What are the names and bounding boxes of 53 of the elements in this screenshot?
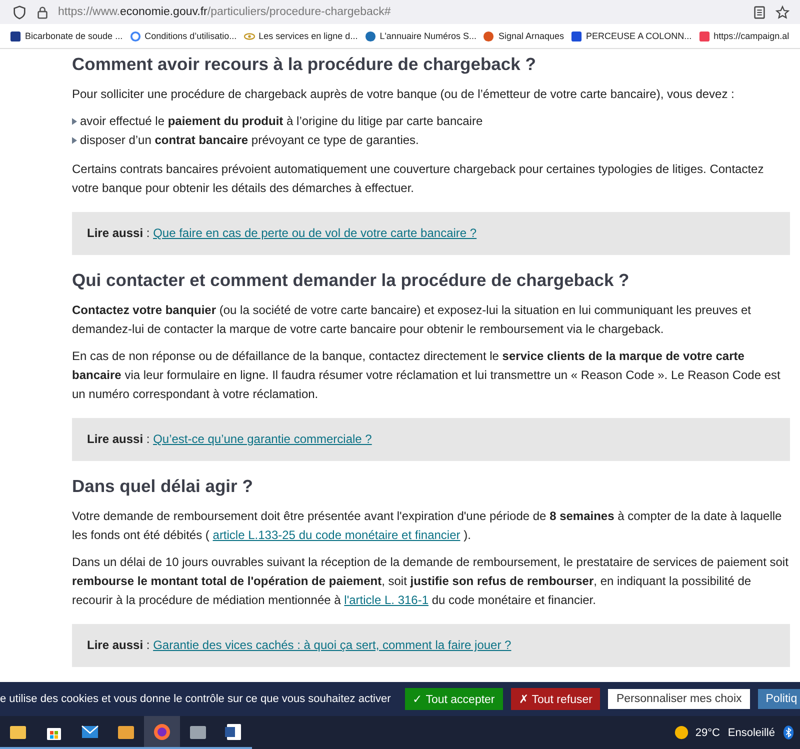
document-icon [224,722,244,742]
cookie-button[interactable]: ✗ Tout refuser [510,688,600,710]
separator: : [146,432,150,446]
reader-view-icon[interactable] [752,4,767,20]
paragraph: Votre demande de remboursement doit être présentée avant l'expiration d'une période de 8 semaines à compter de la date à laquelle les fonds ont été débités ( article L.133-25 du code monétaire et financier ). [72,508,783,544]
bullet-icon [72,137,77,144]
temperature-text[interactable]: 29°C [695,726,720,738]
see-also-link[interactable]: Garantie des vices cachés : à quoi ça sert, comment la faire jouer ? [153,638,512,652]
bookmark-item[interactable]: PERCEUSE A COLONN... [571,30,692,42]
cookie-button[interactable]: Personnaliser mes choix [608,689,750,709]
lock-icon[interactable] [35,4,50,20]
bookmark-item[interactable]: https://campaign.al [698,30,790,42]
section-heading: Dans quel délai agir ? [72,475,254,497]
list-item: disposer d’un contrat bancaire prévoyant ce type de garanties. [80,132,419,149]
weather-text[interactable]: Ensoleillé [728,726,775,738]
bluetooth-icon[interactable] [783,725,794,740]
see-also-label: Lire aussi [87,432,144,446]
paragraph: Contactez votre banquier (ou la société de votre carte bancaire) et exposez-lui la situation en lui communiquant les preuves et demandez-lui de contacter la marque de votre carte bancaire pour obtenir le remboursement via le chargeback. [72,302,752,338]
site-icon [364,30,376,42]
see-also-label: Lire aussi [87,638,144,652]
see-also-link[interactable]: Que faire en cas de perte ou de vol de votre carte bancaire ? [153,226,477,240]
browser-icon [152,722,172,742]
site-icon [130,30,141,42]
shield-icon[interactable] [12,4,27,20]
paragraph: Dans un délai de 10 jours ouvrables suivant la réception de la demande de remboursement, le prestataire de services de paiement soit rembourse le montant total de l'opération de paiement, soit justifie son refus de rembourser, en indiquant la possibilité de recourir à la procédure de médiation mentionnée à l'article L. 316-1 du code monétaire et financier. [72,554,790,609]
bookmark-item[interactable]: L'annuaire Numéros S... [364,30,476,42]
site-icon [698,30,710,42]
cookie-button[interactable]: ✓ Tout accepter [404,688,503,710]
paragraph: En cas de non réponse ou de défaillance de la banque, contactez directement le service clients de la marque de votre carte bancaire via leur formulaire en ligne. Il faudra résumer votre réclamation et lui transmettre un « Reason Code ». Le Reason Code est un numéro correspondant à votre réclamation. [72,348,782,403]
bookmark-item[interactable]: Conditions d’utilisatio... [130,30,237,42]
bookmark-item[interactable]: Les services en ligne d... [244,30,358,42]
star-icon[interactable] [775,4,790,20]
section-heading: Comment avoir recours à la procédure de chargeback ? [72,53,537,75]
sun-icon[interactable] [674,725,690,740]
site-icon [571,30,582,42]
bookmark-item[interactable]: Signal Arnaques [483,30,564,42]
separator: : [146,638,150,652]
paragraph: Pour solliciter une procédure de chargeback auprès de votre banque (ou de l’émetteur de votre carte bancaire), vous devez : [72,86,736,103]
see-also-label: Lire aussi [87,226,144,240]
bookmark-item[interactable]: Bicarbonate de soude ... [10,30,123,42]
see-also-link[interactable]: Qu’est-ce qu’une garantie commerciale ? [153,432,372,446]
bullet-icon [72,118,77,125]
cookie-message: e utilise des cookies et vous donne le contrôle sur ce que vous souhaitez activer [0,693,391,705]
inline-link[interactable]: article L.133-25 du code monétaire et financier [212,528,460,542]
cookie-button[interactable]: Politiq [758,689,800,709]
site-icon [483,30,494,42]
site-icon [10,30,21,42]
site-icon [244,30,255,42]
paragraph: Certains contrats bancaires prévoient automatiquement une couverture chargeback pour certaines typologies de litiges. Contactez votre banque pour obtenir les détails des démarches à effectuer. [72,161,765,197]
inline-link[interactable]: l'article L. 316-1 [344,593,429,607]
list-item: avoir effectué le paiement du produit à l’origine du litige par carte bancaire [80,113,483,130]
section-heading: Qui contacter et comment demander la procédure de chargeback ? [72,269,630,291]
separator: : [146,226,150,240]
